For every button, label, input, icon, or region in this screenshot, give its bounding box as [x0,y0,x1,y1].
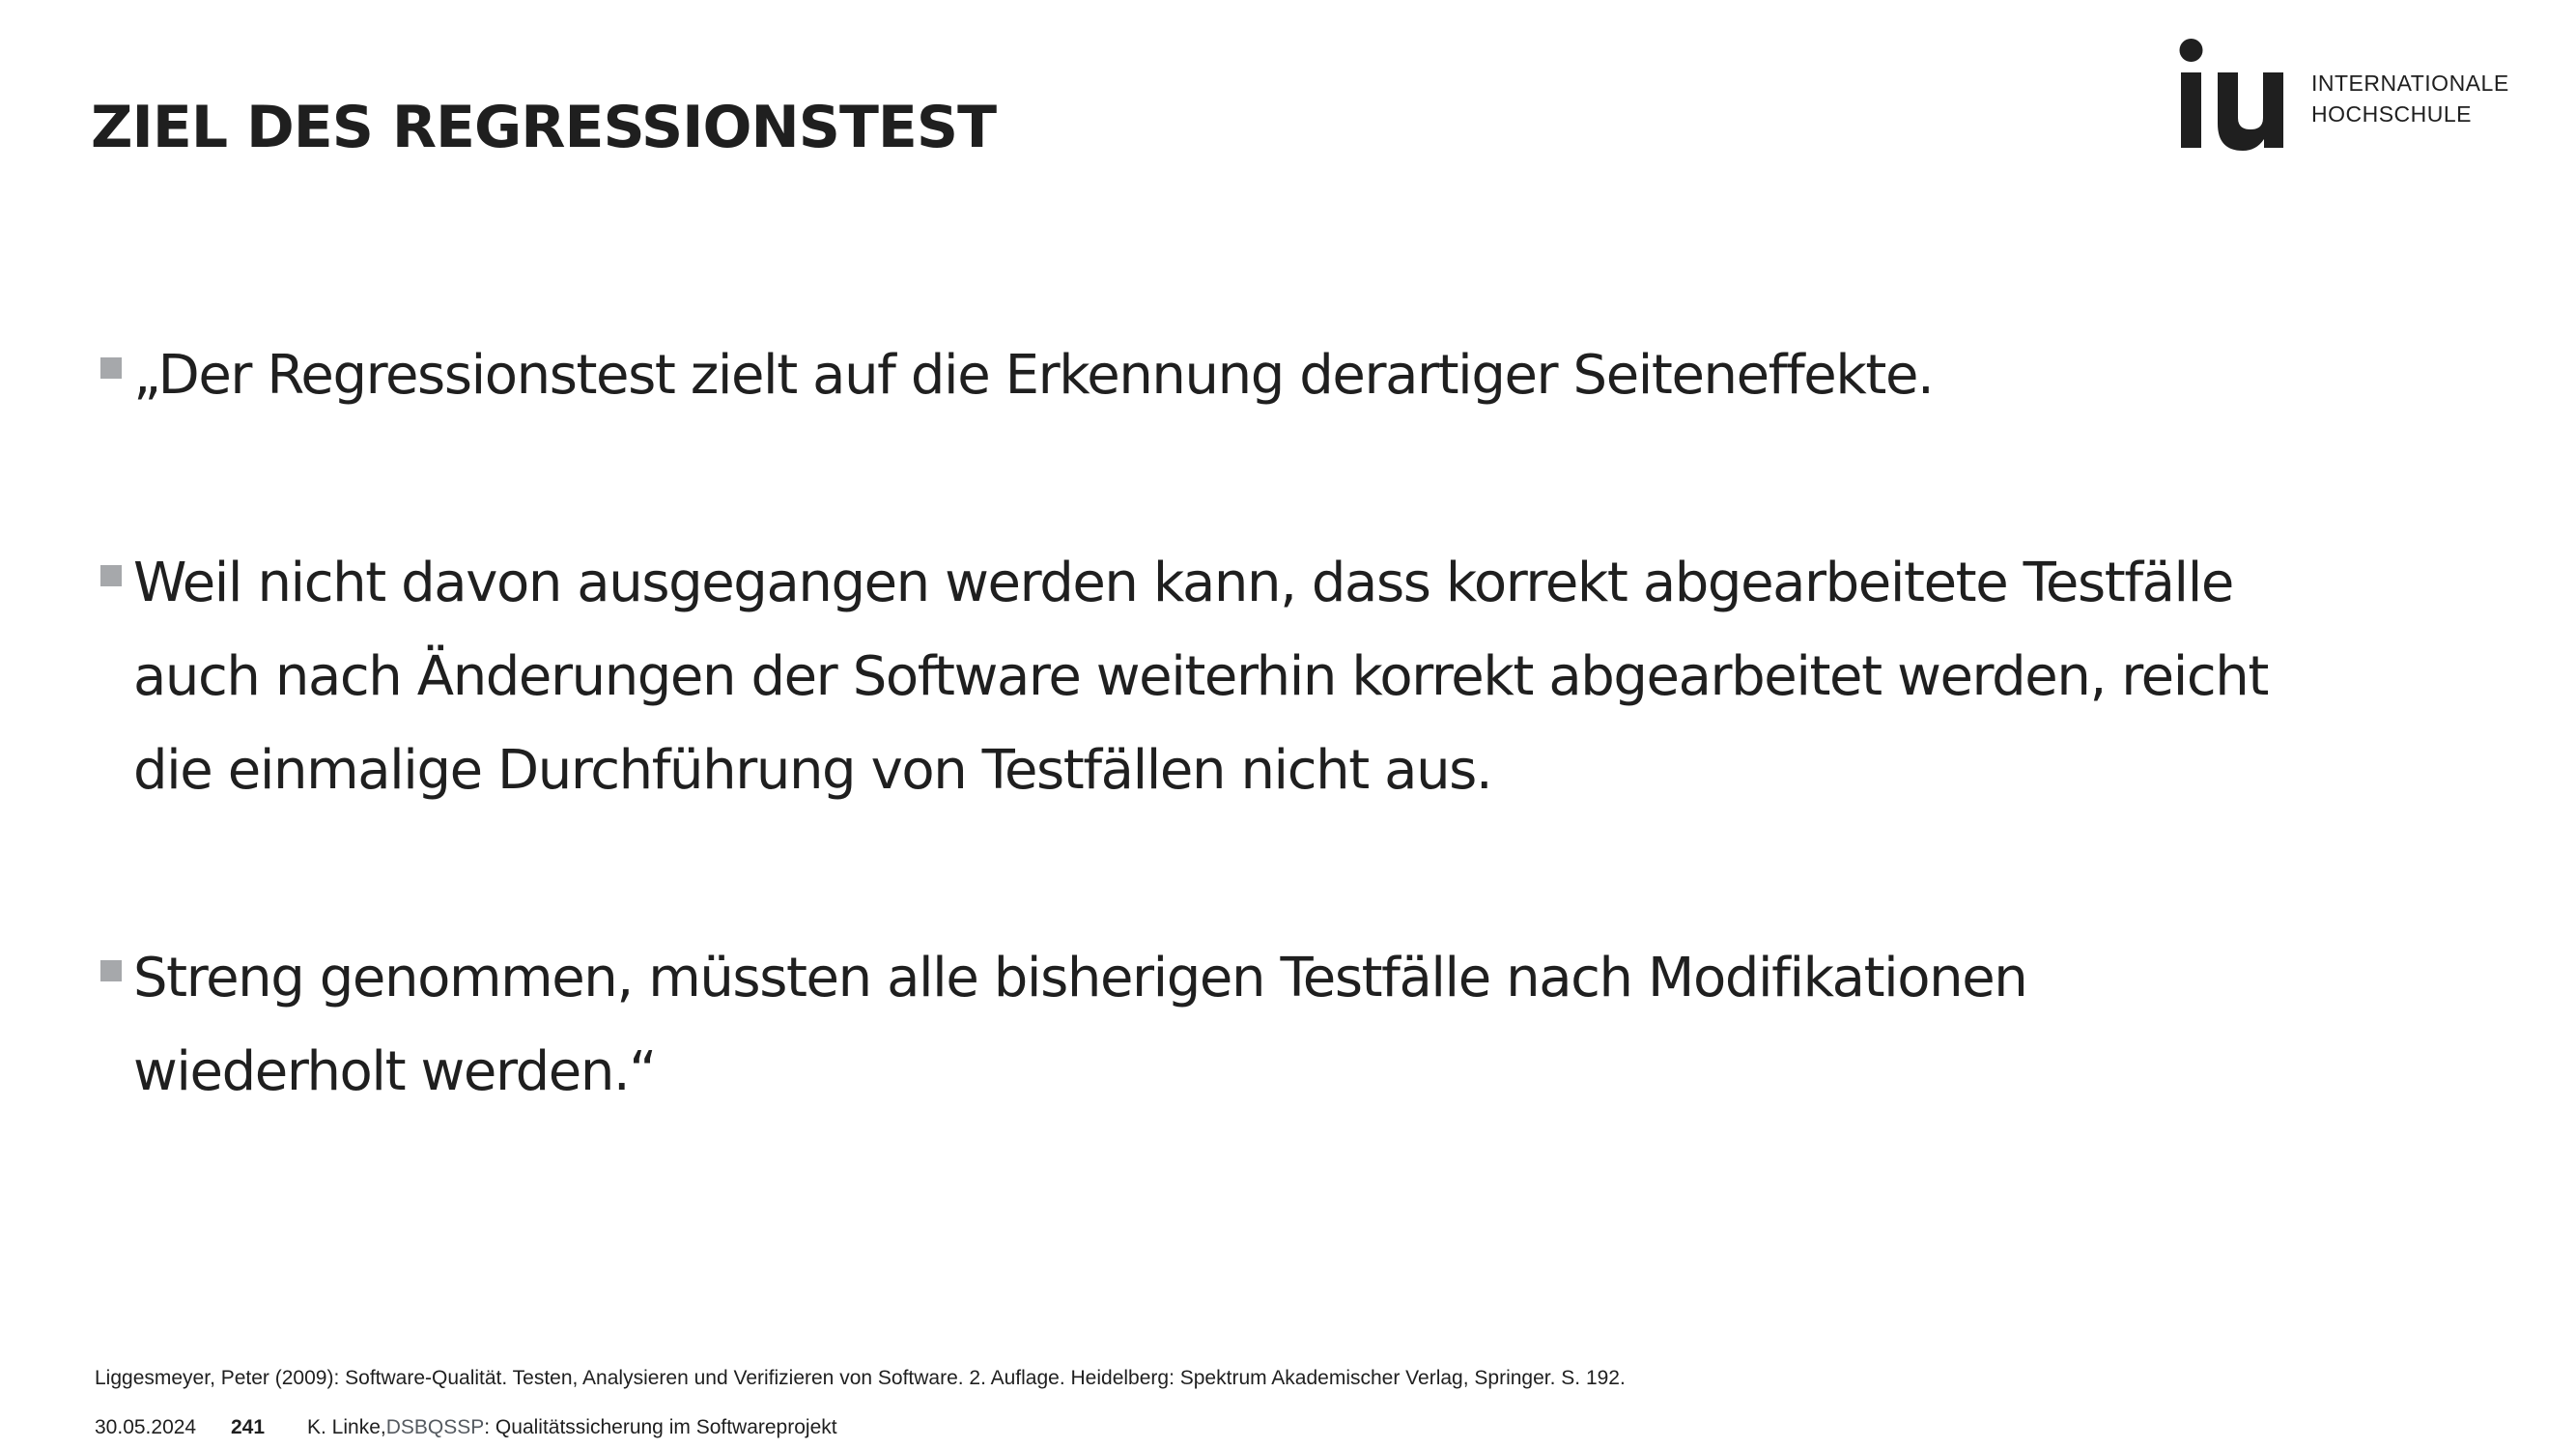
bullet-text-line: die einmalige Durchführung von Testfälle… [133,739,1493,802]
source-reference: Liggesmeyer, Peter (2009): Software-Qual… [95,1367,1626,1389]
footer-author: K. Linke, [307,1416,386,1438]
slide-footer: 30.05.2024 241 K. Linke, DSBQSSP: Qualität… [95,1414,837,1441]
bullet-text-line: „Der Regressionstest zielt auf die Erken… [133,344,1935,407]
bullet-item-3: Streng genommen, müssten alle bisherigen… [100,931,2419,1119]
bullet-text-line: Streng genommen, müssten alle bisherigen… [133,947,2028,1009]
footer-page-number: 241 [231,1416,266,1438]
bullet-text-line: Weil nicht davon ausgegangen werden kann… [133,552,2234,614]
logo-line-1: INTERNATIONALE [2311,71,2509,96]
square-bullet-icon [100,960,122,981]
logo-wordmark: INTERNATIONALE HOCHSCHULE [2311,68,2509,129]
bullet-list: „Der Regressionstest zielt auf die Erken… [100,328,2419,1119]
logo-line-2: HOCHSCHULE [2311,101,2473,127]
footer-date: 30.05.2024 [95,1416,197,1438]
footer-course-code: DSBQSSP [385,1416,485,1438]
iu-logo: iu INTERNATIONALE HOCHSCHULE [2179,39,2509,155]
iu-logo-mark-icon: iu [2179,39,2283,151]
bullet-item-2: Weil nicht davon ausgegangen werden kann… [100,536,2419,817]
bullet-text-line: auch nach Änderungen der Software weiter… [133,645,2269,708]
footer-course-title: : Qualitätssicherung im Softwareprojekt [484,1416,837,1438]
square-bullet-icon [100,357,122,379]
square-bullet-icon [100,565,122,586]
slide-title: ZIEL DES REGRESSIONSTEST [91,94,997,161]
bullet-item-1: „Der Regressionstest zielt auf die Erken… [100,328,2419,422]
bullet-text-line: wiederholt werden.“ [133,1040,657,1103]
